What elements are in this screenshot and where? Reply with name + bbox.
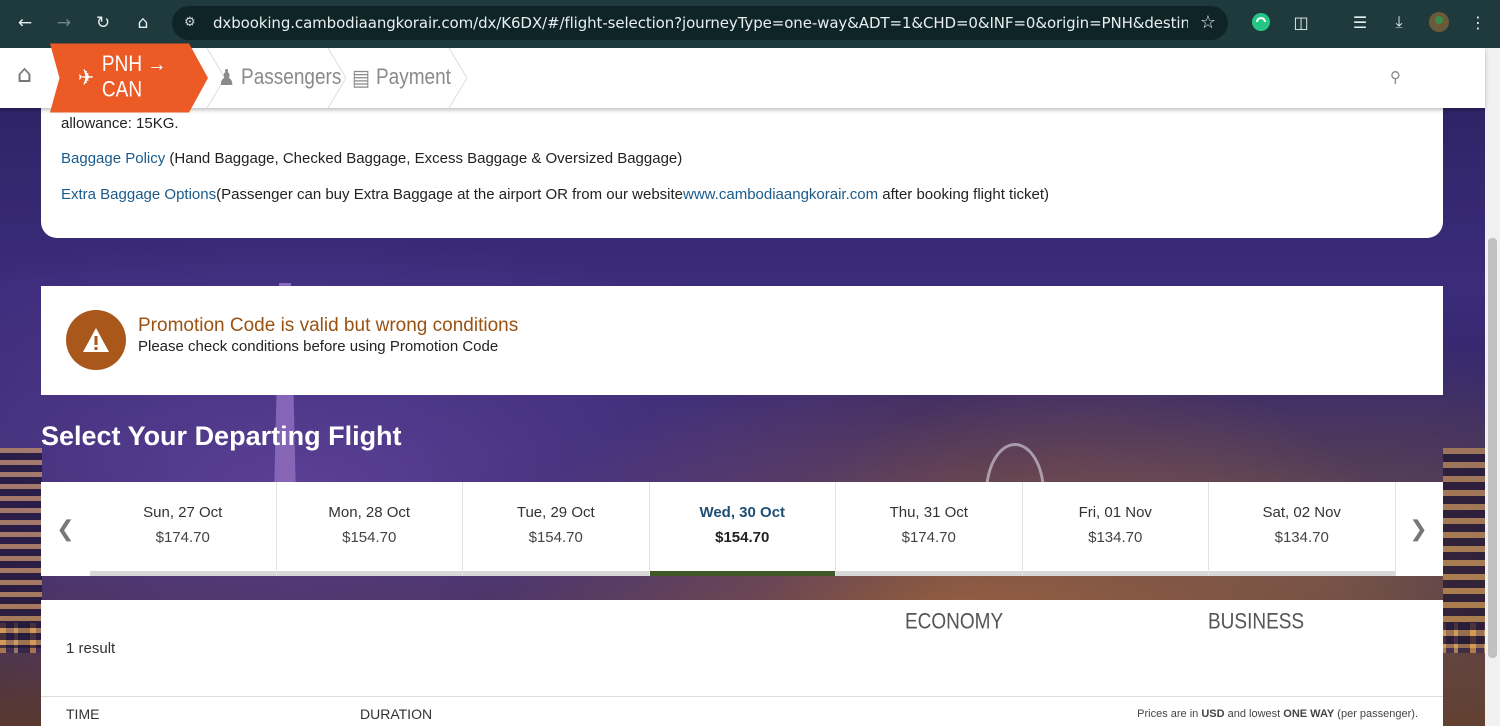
date-price: $154.70: [342, 529, 397, 546]
next-dates-icon[interactable]: ❯: [1394, 482, 1443, 576]
date-underline: [90, 571, 276, 576]
duration-column-header[interactable]: DURATION: [360, 706, 432, 722]
price-note: Prices are in USD and lowest ONE WAY (pe…: [1137, 708, 1418, 720]
city-lights-right: [1443, 448, 1485, 648]
date-price: $174.70: [901, 529, 956, 546]
date-underline: [836, 571, 1022, 576]
page-scrollbar[interactable]: [1485, 48, 1500, 726]
bookmark-star-icon[interactable]: ☆: [1200, 12, 1216, 33]
breadcrumb-separator: [448, 48, 467, 108]
date-option[interactable]: Thu, 31 Oct $174.70: [836, 482, 1023, 576]
baggage-policy-link[interactable]: Baggage Policy: [61, 150, 165, 167]
promo-title: Promotion Code is valid but wrong condit…: [138, 315, 519, 336]
search-icon[interactable]: ⚲: [1390, 68, 1401, 86]
date-underline: [1022, 571, 1208, 576]
time-column-header[interactable]: TIME: [66, 706, 99, 722]
breadcrumb-passengers[interactable]: ♟ Passengers: [218, 44, 341, 113]
home-browser-icon[interactable]: ⌂: [129, 9, 157, 37]
date-price: $154.70: [715, 529, 770, 546]
puzzle-icon[interactable]: ◫: [1290, 11, 1312, 33]
scroll-thumb[interactable]: [1488, 238, 1497, 658]
url-text[interactable]: dxbooking.cambodiaangkorair.com/dx/K6DX/…: [213, 14, 1188, 32]
date-option[interactable]: Mon, 28 Oct $154.70: [276, 482, 463, 576]
promo-subtitle: Please check conditions before using Pro…: [138, 338, 499, 355]
payment-label: Payment: [375, 65, 451, 90]
date-option[interactable]: Fri, 01 Nov $134.70: [1022, 482, 1209, 576]
site-info-icon[interactable]: ⚙: [184, 15, 202, 31]
page-title: Select Your Departing Flight: [41, 421, 402, 451]
date-price: $134.70: [1088, 529, 1143, 546]
breadcrumb-route[interactable]: ✈ PNH → CAN: [50, 43, 208, 113]
breadcrumb-payment[interactable]: ▤ Payment: [352, 44, 451, 113]
forward-icon[interactable]: →: [50, 9, 78, 37]
date-underline: [463, 571, 649, 576]
date-label: Fri, 01 Nov: [1078, 504, 1152, 521]
booking-header: ⌂ ✈ PNH → CAN ♟ Passengers ▤ Payment ⚲: [0, 43, 1485, 113]
breadcrumb-separator: [327, 48, 346, 108]
date-price: $154.70: [528, 529, 583, 546]
date-selector: ❮ Sun, 27 Oct $174.70 Mon, 28 Oct $154.70 Tu…: [41, 482, 1443, 576]
divider: [41, 696, 1443, 697]
extra-baggage-desc: (Passenger can buy Extra Baggage at the …: [216, 186, 684, 203]
date-label: Sun, 27 Oct: [143, 504, 223, 521]
date-underline: [1209, 571, 1395, 576]
business-header: BUSINESS: [1208, 610, 1305, 635]
date-label: Thu, 31 Oct: [889, 504, 968, 521]
result-count: 1 result: [66, 640, 116, 657]
menu-icon[interactable]: ⋮: [1467, 11, 1489, 33]
profile-avatar[interactable]: [1428, 11, 1450, 33]
route-label: PNH → CAN: [101, 52, 167, 103]
person-icon: ♟: [218, 65, 236, 91]
extension-icon[interactable]: [1250, 11, 1272, 33]
promo-warning-card: Promotion Code is valid but wrong condit…: [41, 286, 1443, 395]
selected-indicator: [649, 571, 835, 576]
baggage-info-card: allowance: 15KG. Baggage Policy (Hand Ba…: [41, 95, 1443, 238]
date-price: $134.70: [1274, 529, 1329, 546]
city-lights-left: [0, 448, 42, 648]
date-price: $174.70: [155, 529, 210, 546]
date-option[interactable]: Tue, 29 Oct $154.70: [463, 482, 650, 576]
date-option[interactable]: Wed, 30 Oct $154.70: [649, 482, 836, 576]
address-bar[interactable]: ⚙ dxbooking.cambodiaangkorair.com/dx/K6D…: [172, 6, 1228, 40]
extra-baggage-tail: after booking flight ticket): [878, 186, 1050, 203]
baggage-policy-line: Baggage Policy (Hand Baggage, Checked Ba…: [61, 150, 682, 167]
reload-icon[interactable]: ↻: [89, 9, 117, 37]
results-panel: 1 result ECONOMY BUSINESS TIME DURATION …: [41, 600, 1443, 726]
date-label: Sat, 02 Nov: [1262, 504, 1341, 521]
baggage-policy-desc: (Hand Baggage, Checked Baggage, Excess B…: [165, 150, 683, 167]
date-label: Tue, 29 Oct: [516, 504, 595, 521]
date-option[interactable]: Sat, 02 Nov $134.70: [1209, 482, 1396, 576]
card-icon: ▤: [352, 65, 370, 91]
date-label: Mon, 28 Oct: [328, 504, 411, 521]
warning-icon: [66, 310, 126, 370]
baggage-allowance-text: allowance: 15KG.: [61, 115, 179, 132]
download-icon[interactable]: ⤓: [1388, 11, 1410, 33]
back-icon[interactable]: ←: [11, 9, 39, 37]
home-icon[interactable]: ⌂: [17, 60, 45, 88]
economy-header: ECONOMY: [905, 610, 1004, 635]
media-icon[interactable]: ☰: [1349, 11, 1371, 33]
extra-baggage-link[interactable]: Extra Baggage Options: [61, 186, 216, 203]
prev-dates-icon[interactable]: ❮: [41, 482, 90, 576]
extra-baggage-line: Extra Baggage Options(Passenger can buy …: [61, 186, 1049, 203]
date-underline: [276, 571, 462, 576]
plane-icon: ✈: [78, 65, 94, 91]
browser-toolbar: ← → ↻ ⌂ ⚙ dxbooking.cambodiaangkorair.co…: [0, 0, 1500, 48]
date-option[interactable]: Sun, 27 Oct $174.70: [90, 482, 277, 576]
date-label: Wed, 30 Oct: [699, 504, 786, 521]
website-link[interactable]: www.cambodiaangkorair.com: [683, 186, 878, 203]
